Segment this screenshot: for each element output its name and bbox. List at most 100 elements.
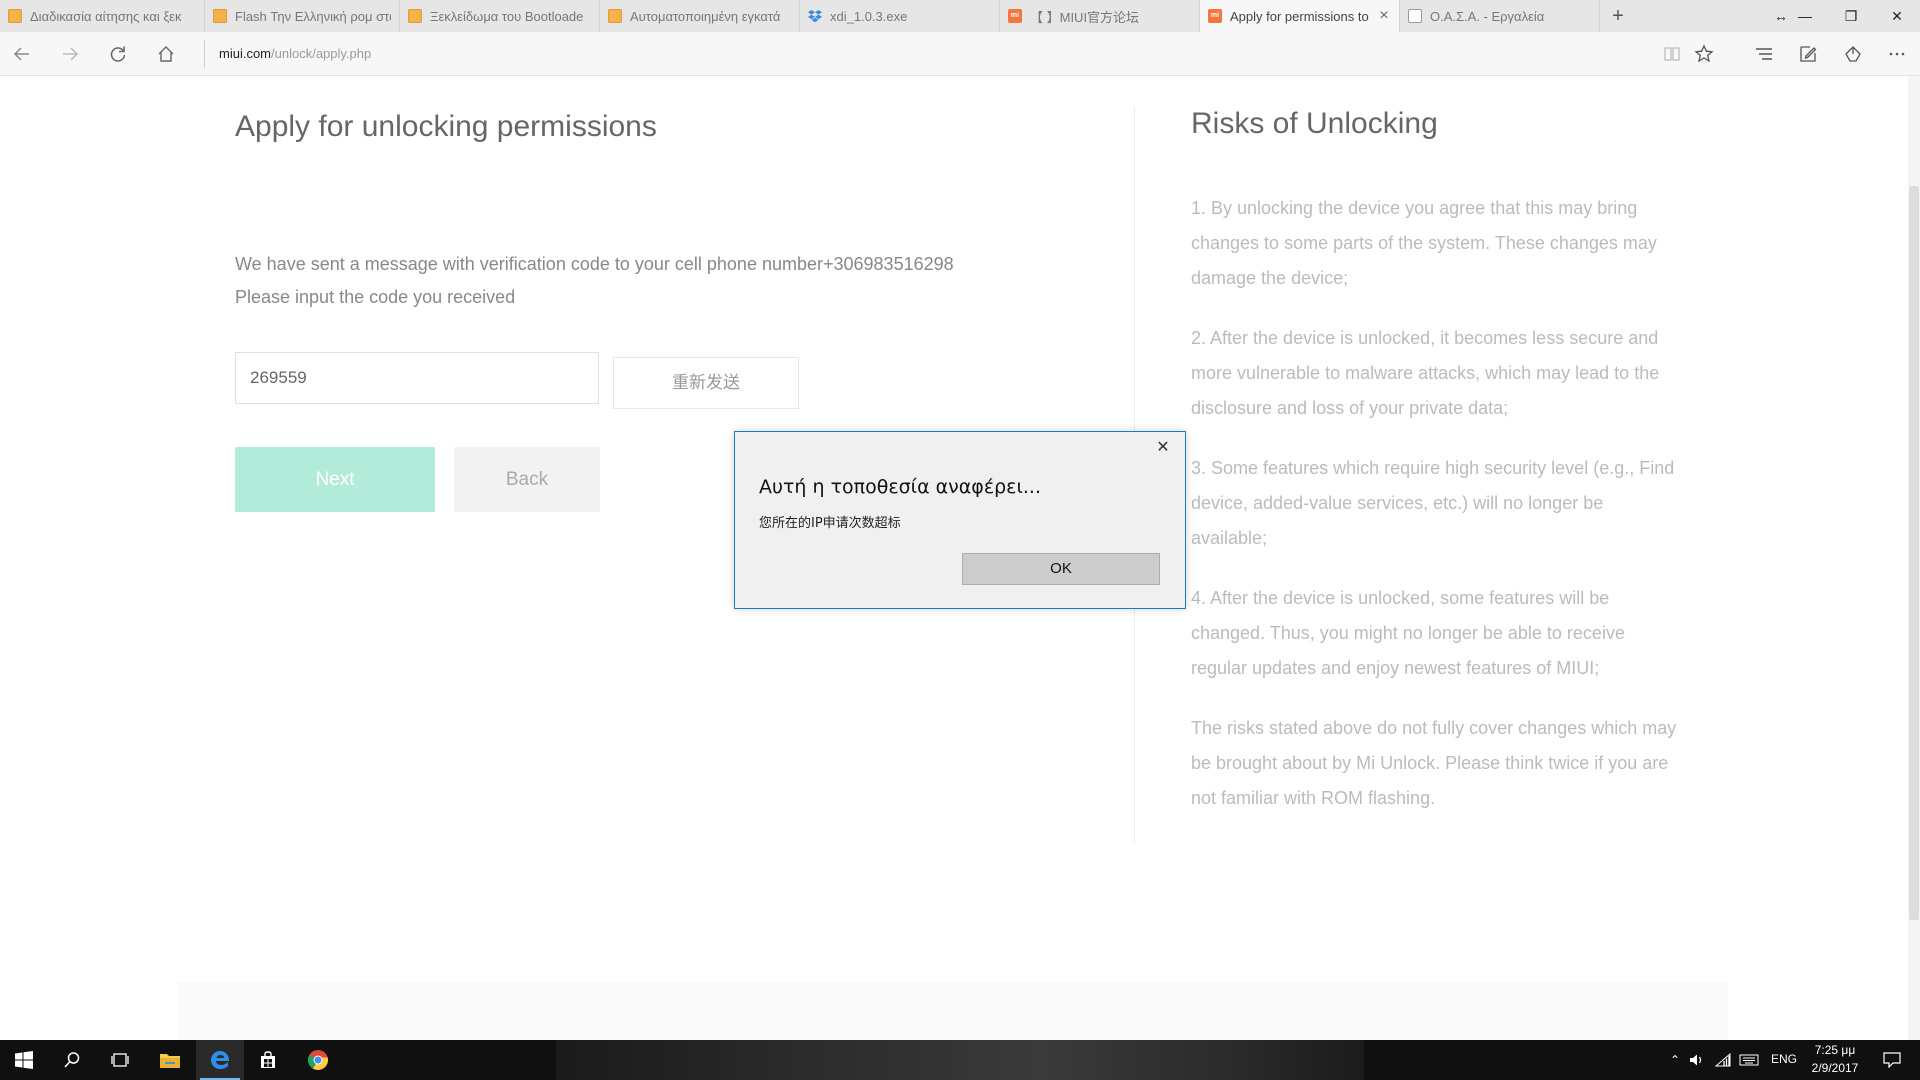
share-button[interactable]: [1831, 32, 1875, 76]
home-button[interactable]: [146, 32, 186, 76]
scrollbar-thumb[interactable]: [1909, 186, 1919, 920]
edge-button[interactable]: [196, 1040, 244, 1080]
arrow-right-icon: [63, 47, 79, 61]
address-path: /unlock/apply.php: [271, 46, 372, 61]
search-button[interactable]: [48, 1040, 96, 1080]
dialog-message: 您所在的IP申请次数超标: [759, 516, 901, 531]
tab-title: Διαδικασία αίτησης και ξεκ: [30, 8, 182, 24]
dialog-title: Αυτή η τοποθεσία αναφέρει...: [759, 476, 1041, 498]
more-button[interactable]: [1875, 32, 1919, 76]
close-window-button[interactable]: ✕: [1874, 0, 1920, 32]
back-nav-button[interactable]: [2, 32, 42, 76]
hub-button[interactable]: [1742, 32, 1786, 76]
resend-button[interactable]: 重新发送: [613, 357, 799, 409]
task-view-button[interactable]: [96, 1040, 144, 1080]
tab-title: xdi_1.0.3.exe: [830, 8, 908, 24]
tab-title: Flash Την Ελληνική ρομ στο: [235, 8, 391, 24]
close-icon: ✕: [1891, 7, 1903, 24]
input-instruction: Please input the code you received: [235, 287, 516, 307]
share-icon: [1845, 46, 1861, 62]
volume-button[interactable]: [1686, 1040, 1708, 1080]
refresh-button[interactable]: [98, 32, 138, 76]
orange-page-icon: [408, 9, 422, 23]
page-footer-band: [178, 982, 1728, 1040]
hub-icon: [1756, 48, 1772, 60]
address-domain: miui.com: [219, 46, 272, 61]
verification-code-input[interactable]: [235, 352, 599, 404]
page-icon: [1408, 9, 1422, 23]
tab-2[interactable]: Flash Την Ελληνική ρομ στο: [205, 0, 400, 32]
tab-8[interactable]: Ο.Α.Σ.Α. - Εργαλεία: [1400, 0, 1600, 32]
tab-title: Ξεκλείδωμα του Bootloade: [430, 8, 584, 24]
network-button[interactable]: [1712, 1040, 1734, 1080]
minimize-button[interactable]: —: [1782, 0, 1828, 32]
mi-icon: mi: [1008, 9, 1022, 23]
page-title: Apply for unlocking permissions: [235, 110, 657, 143]
web-note-button[interactable]: [1786, 32, 1830, 76]
risk-item: 1. By unlocking the device you agree tha…: [1191, 198, 1657, 288]
address-bar[interactable]: miui.com/unlock/apply.php: [204, 40, 1619, 68]
file-explorer-button[interactable]: [146, 1040, 194, 1080]
tab-title: Αυτοματοποιημένη εγκατά: [630, 8, 781, 24]
orange-page-icon: [608, 9, 622, 23]
chrome-button[interactable]: [294, 1040, 342, 1080]
tab-title: 【 】MIUI官方论坛: [1030, 9, 1140, 25]
ellipsis-icon: [1889, 52, 1905, 56]
action-center-button[interactable]: [1877, 1040, 1907, 1080]
risk-item: 4. After the device is unlocked, some fe…: [1191, 588, 1625, 678]
taskbar: ⌃ ENG 7:25 μμ 2/9/2017: [0, 1040, 1920, 1080]
taskbar-wallpaper-strip: [556, 1040, 1364, 1080]
plus-icon: +: [1612, 4, 1624, 27]
back-button[interactable]: Back: [454, 447, 600, 512]
new-tab-button[interactable]: +: [1600, 0, 1636, 32]
star-icon: [1694, 44, 1714, 63]
mi-icon: mi: [1208, 9, 1222, 23]
alert-dialog: ✕ Αυτή η τοποθεσία αναφέρει... 您所在的IP申请次…: [734, 431, 1186, 609]
favorite-button[interactable]: [1682, 32, 1726, 76]
close-tab-icon[interactable]: ×: [1377, 8, 1391, 24]
chrome-icon: [307, 1050, 329, 1070]
arrow-left-icon: [13, 47, 29, 61]
orange-page-icon: [8, 9, 22, 23]
windows-logo-icon: [15, 1051, 33, 1069]
dropbox-icon: [808, 9, 822, 23]
task-view-icon: [111, 1053, 129, 1067]
touch-keyboard-button[interactable]: [1738, 1040, 1760, 1080]
tab-title: Apply for permissions to: [1230, 8, 1369, 24]
forward-nav-button[interactable]: [50, 32, 90, 76]
notification-icon: [1883, 1052, 1901, 1068]
input-language[interactable]: ENG: [1771, 1052, 1797, 1066]
risks-title: Risks of Unlocking: [1191, 107, 1438, 140]
orange-page-icon: [213, 9, 227, 23]
pen-icon: [1800, 46, 1817, 62]
tab-1[interactable]: Διαδικασία αίτησης και ξεκ: [0, 0, 205, 32]
refresh-icon: [110, 46, 126, 62]
dialog-close-button[interactable]: ✕: [1153, 438, 1173, 458]
tab-strip: Διαδικασία αίτησης και ξεκ Flash Την Ελλ…: [0, 0, 1920, 32]
tab-5[interactable]: xdi_1.0.3.exe: [800, 0, 1000, 32]
tab-4[interactable]: Αυτοματοποιημένη εγκατά: [600, 0, 800, 32]
risk-item: 2. After the device is unlocked, it beco…: [1191, 328, 1660, 418]
speaker-icon: [1690, 1054, 1702, 1066]
dialog-ok-button[interactable]: OK: [962, 553, 1160, 585]
tab-3[interactable]: Ξεκλείδωμα του Bootloade: [400, 0, 600, 32]
risk-item: 3. Some features which require high secu…: [1191, 458, 1675, 548]
store-button[interactable]: [244, 1040, 292, 1080]
next-button[interactable]: Next: [235, 447, 435, 512]
tab-6[interactable]: mi 【 】MIUI官方论坛: [1000, 0, 1200, 32]
restore-icon: ❐: [1844, 7, 1858, 24]
search-icon: [64, 1052, 80, 1068]
restore-button[interactable]: ❐: [1828, 0, 1874, 32]
tab-title: Ο.Α.Σ.Α. - Εργαλεία: [1430, 8, 1545, 24]
edge-icon: [211, 1051, 230, 1069]
home-icon: [158, 46, 174, 62]
tab-7-active[interactable]: mi Apply for permissions to ×: [1200, 0, 1400, 32]
show-hidden-icons-button[interactable]: ⌃: [1664, 1040, 1686, 1080]
navigation-bar: miui.com/unlock/apply.php: [0, 32, 1920, 76]
start-button[interactable]: [0, 1040, 48, 1080]
clock-time[interactable]: 7:25 μμ: [1812, 1043, 1858, 1057]
verification-message: We have sent a message with verification…: [235, 254, 954, 274]
chevron-up-icon: ⌃: [1669, 1053, 1681, 1067]
folder-icon: [160, 1054, 180, 1068]
clock-date[interactable]: 2/9/2017: [1808, 1061, 1862, 1075]
